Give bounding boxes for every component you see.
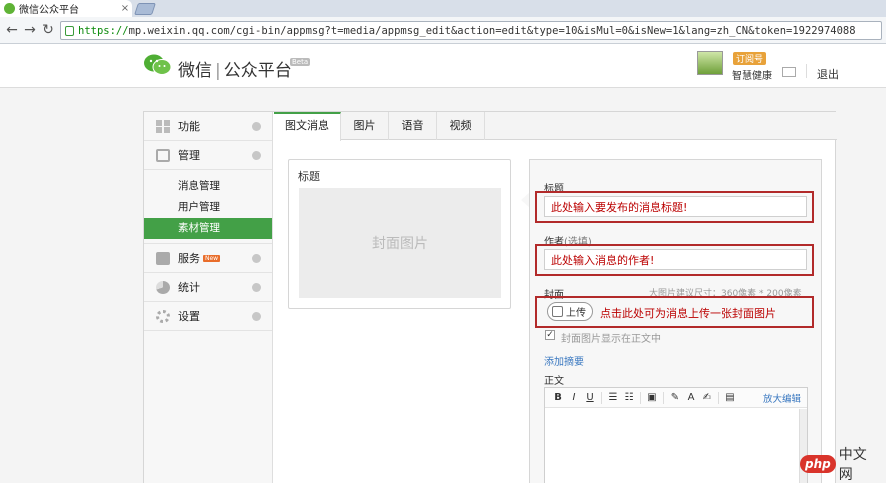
- sidebar-subitem-messages[interactable]: 消息管理: [144, 176, 272, 197]
- tab-news[interactable]: 图文消息: [274, 112, 341, 141]
- upload-button[interactable]: 上传: [547, 302, 593, 321]
- wechat-logo-icon: [144, 54, 172, 75]
- tab-voice[interactable]: 语音: [389, 112, 437, 140]
- collapse-circle-icon: [252, 151, 261, 160]
- preview-title: 标题: [298, 170, 320, 183]
- body-label: 正文: [544, 376, 564, 387]
- browser-tab-title: 微信公众平台: [19, 5, 79, 16]
- ordered-list-icon[interactable]: ☰: [605, 392, 621, 403]
- forward-arrow-icon[interactable]: →: [22, 22, 38, 38]
- show-cover-label: 封面图片显示在正文中: [561, 334, 661, 345]
- sidebar-item-label: 统计: [178, 281, 200, 294]
- sidebar-subitem-materials[interactable]: 素材管理: [144, 218, 272, 239]
- secure-lock-icon: [65, 25, 74, 36]
- material-tabs: 图文消息 图片 语音 视频: [274, 112, 837, 141]
- watermark-php: php: [800, 455, 836, 473]
- new-tab-button[interactable]: [134, 3, 156, 15]
- expand-circle-icon: [252, 283, 261, 292]
- article-preview: 标题 封面图片: [288, 159, 511, 309]
- php-cn-watermark: php 中文网: [800, 447, 880, 483]
- save-icon[interactable]: ▤: [722, 392, 738, 403]
- rich-text-editor: B I U ☰ ☷ ▣ ✎ A ✍ ▤ 放大编辑: [544, 387, 808, 483]
- wechat-favicon-icon: [4, 3, 15, 14]
- preview-cover-label: 封面图片: [372, 236, 428, 252]
- eraser-icon[interactable]: ✎: [667, 392, 683, 403]
- sidebar-item-statistics[interactable]: 统计: [144, 273, 272, 302]
- page-header: 微信 | 公众平台 Beta 订阅号 智慧健康 退出: [0, 44, 886, 88]
- sidebar-item-services[interactable]: 服务 New: [144, 244, 272, 273]
- show-cover-checkbox[interactable]: ✓: [545, 330, 555, 340]
- sidebar-item-settings[interactable]: 设置: [144, 302, 272, 331]
- expand-circle-icon: [252, 254, 261, 263]
- browser-tab[interactable]: 微信公众平台 ×: [0, 0, 132, 17]
- tab-images[interactable]: 图片: [341, 112, 389, 140]
- bold-icon[interactable]: B: [550, 392, 566, 403]
- main-container: 功能 管理 消息管理 用户管理 素材管理 服务 New 统计 设置 图文消息 图…: [143, 111, 837, 483]
- manage-submenu: 消息管理 用户管理 素材管理: [144, 170, 272, 244]
- back-arrow-icon[interactable]: ←: [4, 22, 20, 38]
- rte-content-area[interactable]: [545, 408, 807, 436]
- toolbar-divider: [601, 391, 602, 404]
- italic-icon[interactable]: I: [566, 392, 582, 403]
- sidebar-item-label: 设置: [178, 310, 200, 323]
- toolbar-divider: [640, 391, 641, 404]
- upload-icon: [552, 306, 563, 317]
- account-name[interactable]: 智慧健康: [732, 67, 772, 82]
- sidebar-item-features[interactable]: 功能: [144, 112, 272, 141]
- expand-editor-link[interactable]: 放大编辑: [763, 391, 801, 405]
- printer-icon: [156, 251, 170, 265]
- sidebar-item-manage[interactable]: 管理: [144, 141, 272, 170]
- sidebar: 功能 管理 消息管理 用户管理 素材管理 服务 New 统计 设置: [144, 112, 273, 483]
- subscription-badge: 订阅号: [733, 52, 767, 65]
- platform-title: 微信 | 公众平台: [178, 61, 292, 81]
- font-color-icon[interactable]: A: [683, 392, 699, 403]
- grid-icon: [156, 119, 170, 133]
- sidebar-subitem-users[interactable]: 用户管理: [144, 197, 272, 218]
- author-input[interactable]: 此处输入消息的作者!: [544, 249, 807, 270]
- unordered-list-icon[interactable]: ☷: [621, 392, 637, 403]
- account-avatar[interactable]: [697, 51, 723, 75]
- gear-icon: [156, 309, 170, 323]
- sidebar-item-label: 管理: [178, 149, 200, 162]
- beta-badge: Beta: [290, 58, 311, 66]
- add-summary-link[interactable]: 添加摘要: [544, 353, 584, 368]
- logout-link[interactable]: 退出: [817, 66, 839, 82]
- address-bar[interactable]: https://mp.weixin.qq.com/cgi-bin/appmsg?…: [60, 21, 882, 40]
- reload-icon[interactable]: ↻: [40, 22, 56, 38]
- inbox-icon: [156, 148, 170, 162]
- toolbar-divider: [663, 391, 664, 404]
- sidebar-item-label: 功能: [178, 120, 200, 133]
- url-text: https://mp.weixin.qq.com/cgi-bin/appmsg?…: [78, 24, 856, 37]
- underline-icon[interactable]: U: [582, 392, 598, 403]
- toolbar-divider: [718, 391, 719, 404]
- image-insert-icon[interactable]: ▣: [644, 392, 660, 403]
- new-badge: New: [203, 254, 221, 262]
- browser-toolbar: ← → ↻ https://mp.weixin.qq.com/cgi-bin/a…: [0, 17, 886, 44]
- sidebar-item-label: 服务: [178, 252, 200, 265]
- close-tab-icon[interactable]: ×: [118, 3, 132, 14]
- expand-circle-icon: [252, 312, 261, 321]
- pie-chart-icon: [156, 280, 170, 294]
- browser-tabstrip: 微信公众平台 ×: [0, 0, 886, 17]
- article-editor: 标题 此处输入要发布的消息标题! 作者(选填) 此处输入消息的作者! 封面 大图…: [529, 159, 822, 483]
- rte-toolbar: B I U ☰ ☷ ▣ ✎ A ✍ ▤ 放大编辑: [545, 388, 807, 408]
- preview-cover[interactable]: 封面图片: [299, 188, 501, 298]
- mail-icon[interactable]: [782, 67, 796, 77]
- watermark-cn: 中文网: [838, 447, 867, 483]
- expand-circle-icon: [252, 122, 261, 131]
- header-divider: [806, 64, 807, 78]
- title-input[interactable]: 此处输入要发布的消息标题!: [544, 196, 807, 217]
- upload-instruction: 点击此处可为消息上传一张封面图片: [600, 307, 776, 320]
- highlight-color-icon[interactable]: ✍: [699, 392, 715, 403]
- tab-video[interactable]: 视频: [437, 112, 485, 140]
